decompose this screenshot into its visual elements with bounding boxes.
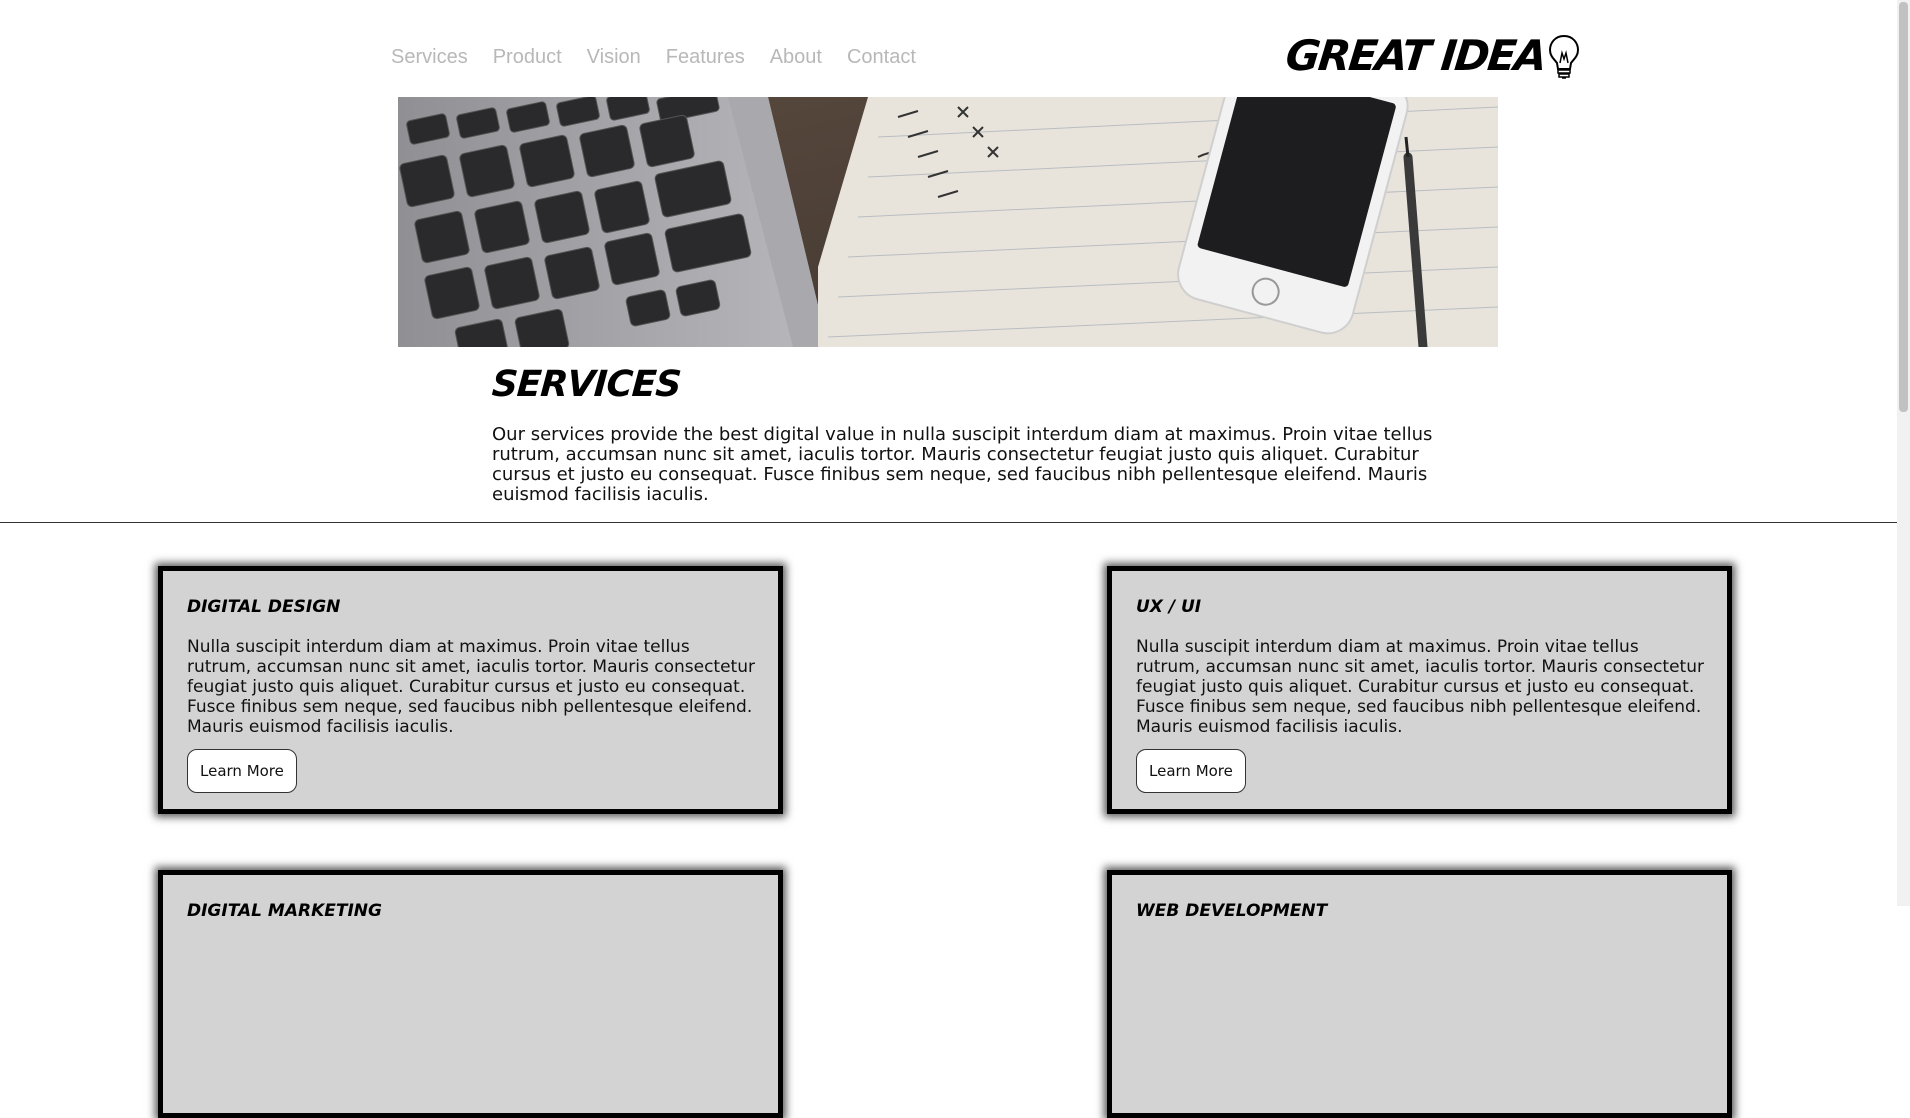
- card-title: Digital Marketing: [187, 901, 382, 921]
- card-title: Web Development: [1136, 901, 1328, 921]
- card-body: Nulla suscipit interdum diam at maximus.…: [1136, 637, 1704, 737]
- service-card-digital-design: Digital Design Nulla suscipit interdum d…: [158, 566, 783, 814]
- card-title: UX / UI: [1136, 597, 1202, 617]
- page-scrollbar[interactable]: [1897, 0, 1910, 906]
- nav-about[interactable]: About: [770, 44, 822, 70]
- card-title: Digital Design: [187, 597, 341, 617]
- learn-more-button[interactable]: Learn More: [187, 749, 297, 793]
- hero-illustration: [398, 97, 1498, 347]
- brand-name: GREAT IDEA: [1283, 31, 1548, 80]
- nav-vision[interactable]: Vision: [587, 44, 641, 70]
- service-card-web-development: Web Development: [1107, 870, 1732, 1118]
- brand-logo[interactable]: GREAT IDEA: [1283, 30, 1581, 82]
- nav-services[interactable]: Services: [391, 44, 468, 70]
- scrollbar-thumb[interactable]: [1899, 2, 1908, 412]
- services-title: SERVICES: [490, 364, 682, 405]
- nav-contact[interactable]: Contact: [847, 44, 916, 70]
- lightbulb-icon: [1548, 34, 1579, 79]
- nav-features[interactable]: Features: [666, 44, 745, 70]
- nav-product[interactable]: Product: [493, 44, 562, 70]
- learn-more-button[interactable]: Learn More: [1136, 749, 1246, 793]
- services-intro: Our services provide the best digital va…: [492, 424, 1433, 505]
- section-divider: [0, 522, 1897, 523]
- card-body: Nulla suscipit interdum diam at maximus.…: [187, 637, 755, 737]
- service-card-digital-marketing: Digital Marketing: [158, 870, 783, 1118]
- service-card-ux-ui: UX / UI Nulla suscipit interdum diam at …: [1107, 566, 1732, 814]
- main-nav: Services Product Vision Features About C…: [391, 44, 941, 70]
- hero-image: [398, 97, 1498, 347]
